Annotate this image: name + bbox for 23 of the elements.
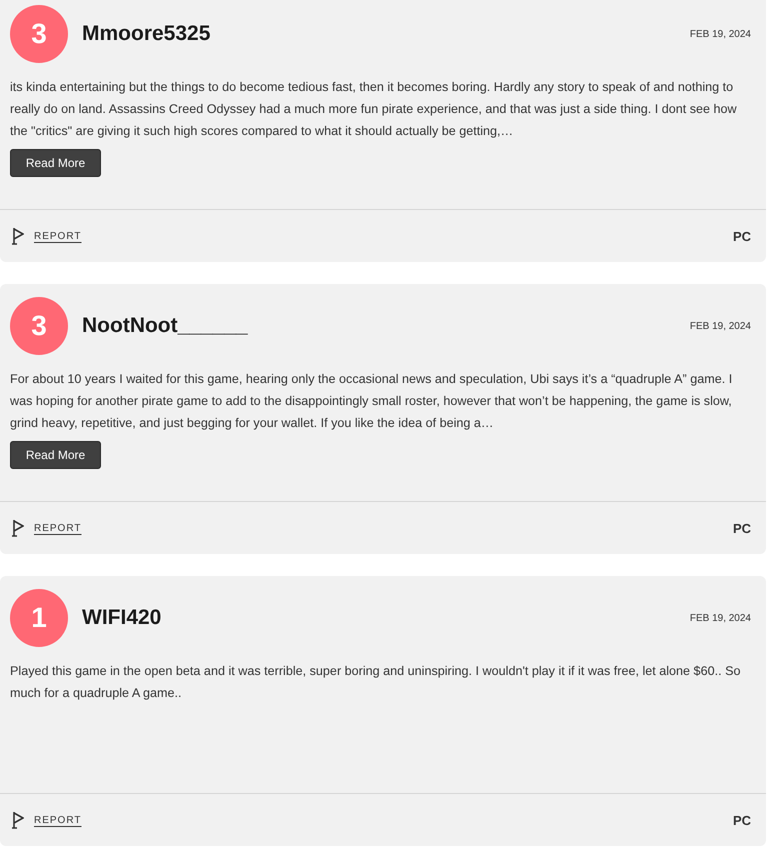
author-name: Mmoore5325 (82, 22, 210, 46)
platform-label: PC (732, 812, 751, 828)
flag-icon[interactable] (12, 811, 24, 829)
flag-icon[interactable] (12, 519, 24, 537)
author-name: WIFI420 (82, 606, 162, 630)
platform-label: PC (732, 520, 751, 536)
review-date: FEB 19, 2024 (690, 612, 751, 624)
score-badge: 3 (10, 297, 68, 355)
score-badge: 1 (10, 589, 68, 647)
score-badge: 3 (10, 5, 68, 63)
report-link[interactable]: REPORT (34, 814, 82, 826)
author-name: NootNoot______ (82, 314, 248, 338)
review-text: Played this game in the open beta and it was terrible, super boring and uninspiring. I wouldn't play it if it was free, let alone $60.. So much for a quadruple A game.. (10, 663, 742, 702)
report-link[interactable]: REPORT (34, 522, 82, 534)
report-link[interactable]: REPORT (34, 230, 82, 242)
review-date: FEB 19, 2024 (690, 320, 751, 332)
review-date: FEB 19, 2024 (690, 28, 751, 40)
review-text: For about 10 years I waited for this game, hearing only the occasional news and speculation, Ubi says it’s a “quadruple A” game. I was hoping for another pirate game to add to the disappointingly small roster, however that won’t be happening, the game is slow, grind heavy, repetitive, and just begging for your wallet. If you like the idea of being a… (10, 371, 734, 432)
read-more-button[interactable]: Read More (10, 149, 101, 177)
review-text: its kinda entertaining but the things to do become tedious fast, then it becomes boring. Hardly any story to speak of and nothing to really do on land. Assassins Creed Odyssey had a much more fun pirate experience, and that was just a side thing. I dont see how the "critics" are giving it such high scores compared to what it should actually be getting,… (10, 79, 738, 140)
read-more-button[interactable]: Read More (10, 441, 101, 469)
flag-icon[interactable] (12, 227, 24, 245)
platform-label: PC (732, 228, 751, 244)
